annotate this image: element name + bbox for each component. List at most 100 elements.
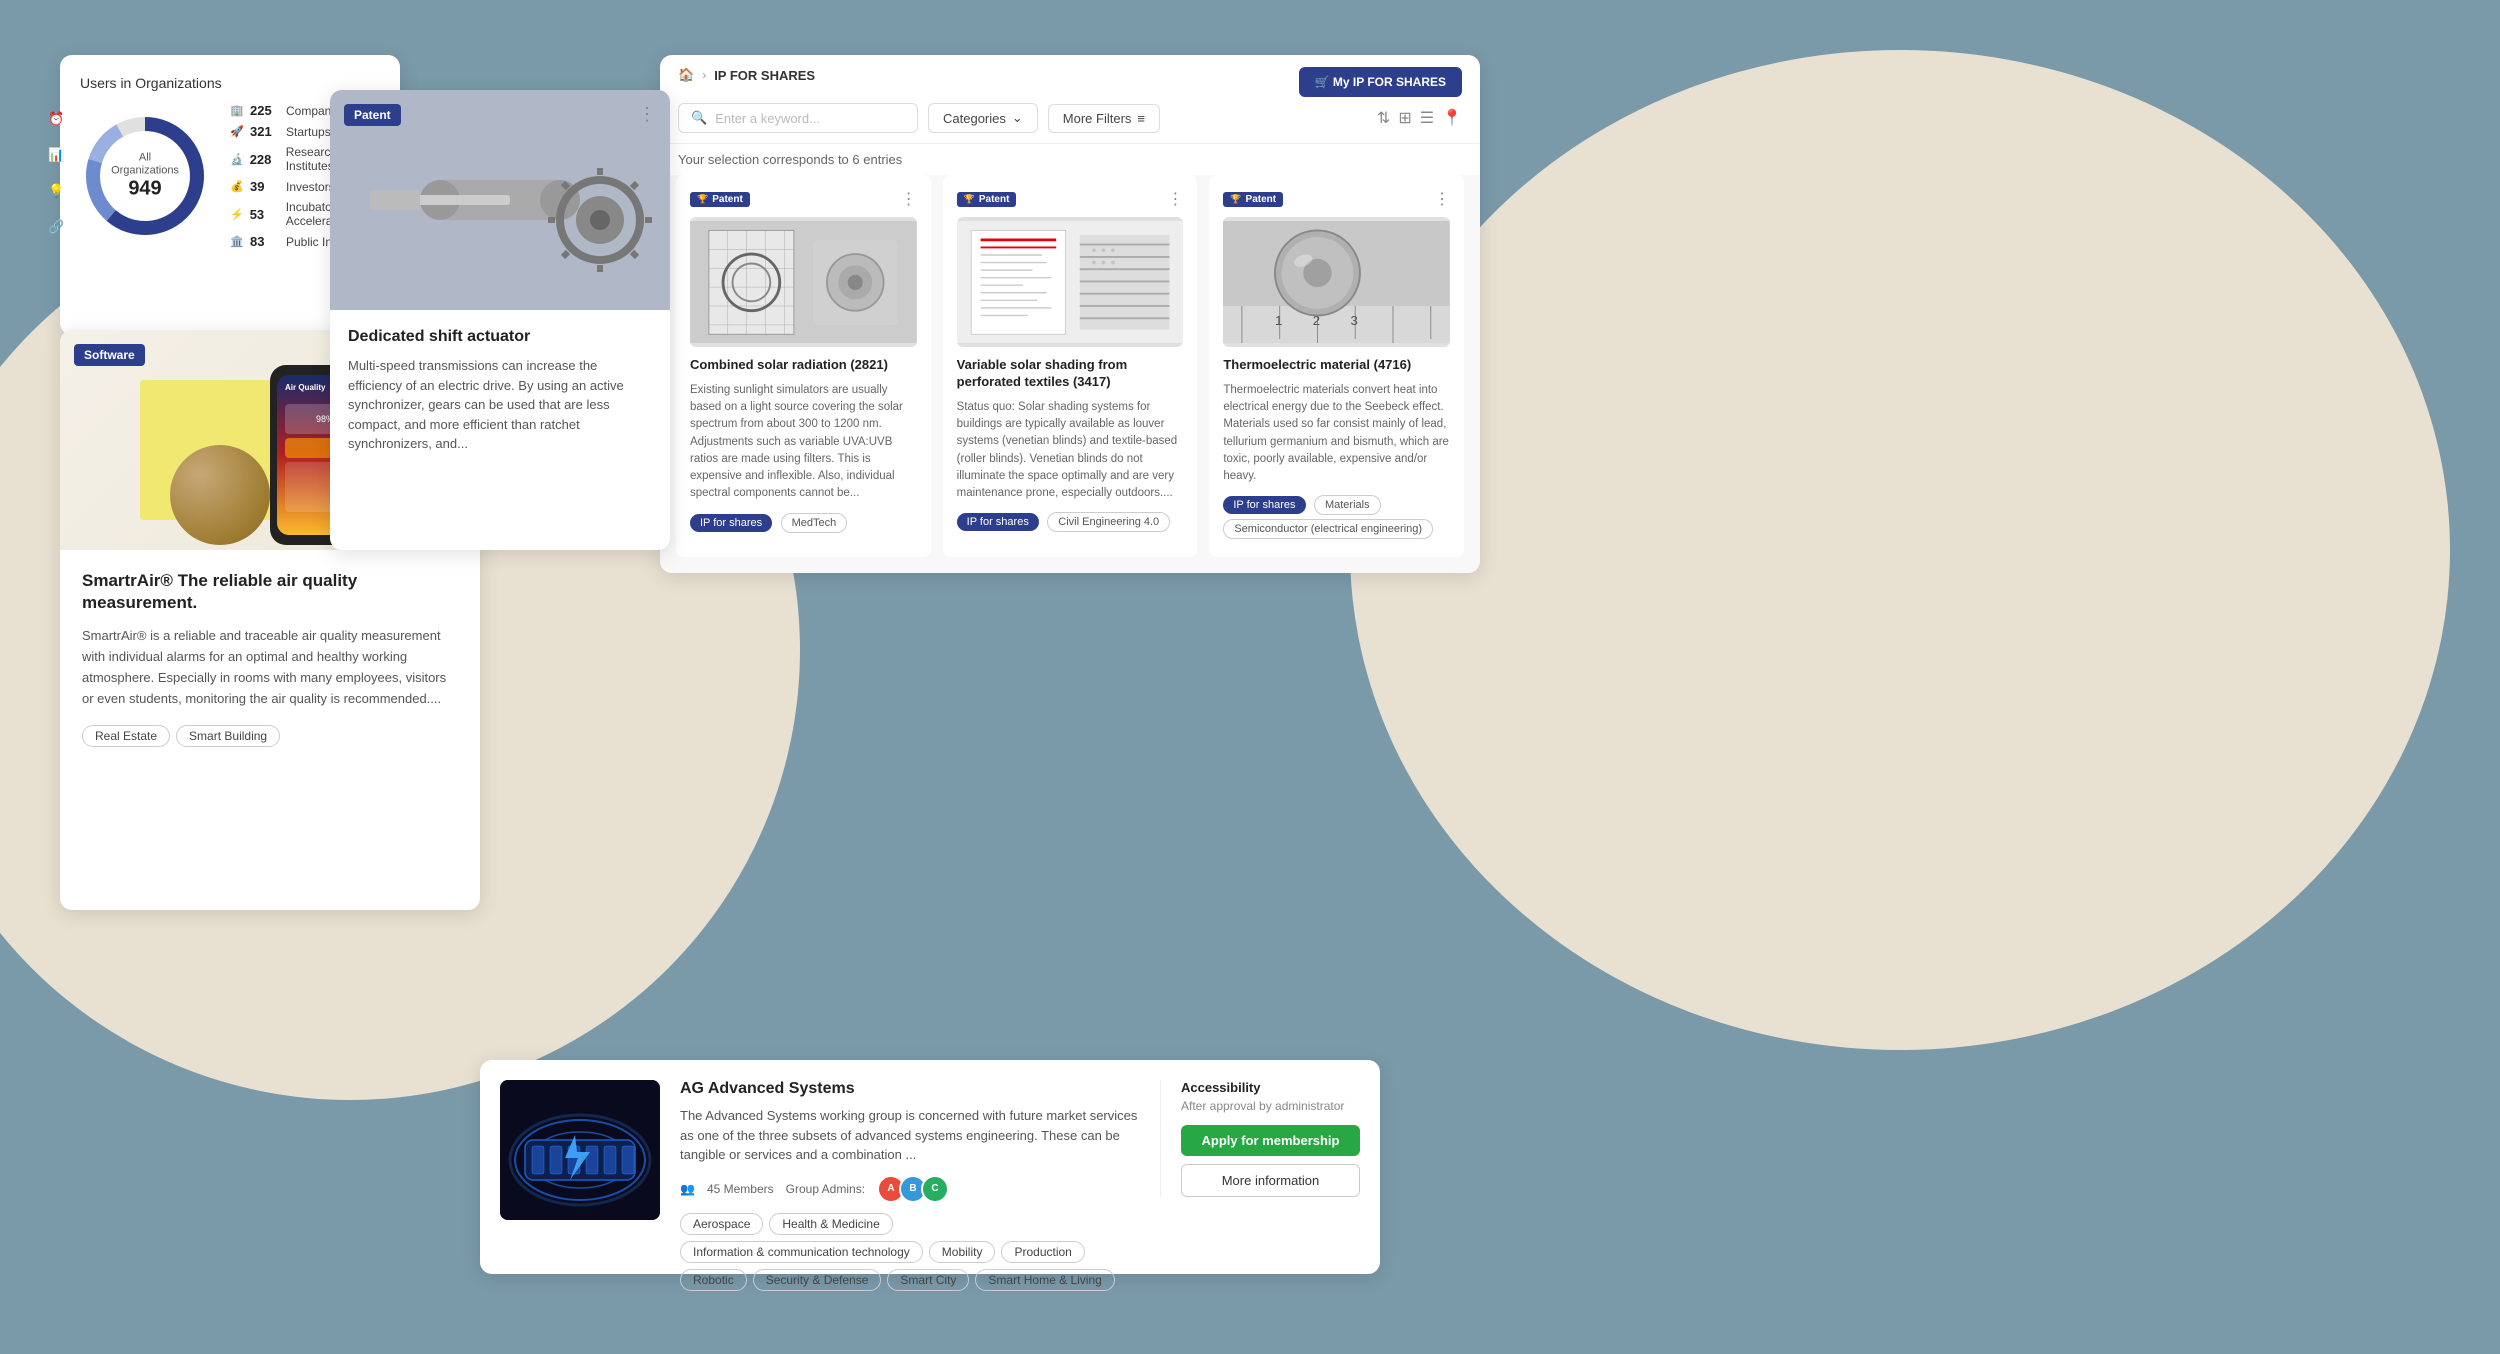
group-admins-label: Group Admins:: [786, 1182, 865, 1196]
patent-2-badge-icon: 🏆: [964, 194, 975, 205]
more-filters-label: More Filters: [1063, 111, 1132, 126]
patent-2-image: [957, 217, 1184, 347]
grid-view-icon[interactable]: ⊞: [1398, 108, 1411, 128]
ag-right-panel: Accessibility After approval by administ…: [1160, 1080, 1360, 1197]
ag-members-row: 👥 45 Members Group Admins: A B C: [680, 1175, 1140, 1203]
categories-label: Categories: [943, 111, 1006, 126]
tag-health-medicine[interactable]: Health & Medicine: [769, 1213, 892, 1235]
sidebar-icon-3: 💡: [48, 183, 64, 199]
patent-2-tags: IP for shares Civil Engineering 4.0: [957, 512, 1184, 536]
home-icon[interactable]: 🏠: [678, 67, 694, 83]
tag-ict[interactable]: Information & communication technology: [680, 1241, 923, 1263]
ip-window: 🏠 › IP FOR SHARES 🛒 My IP FOR SHARES 🔍 E…: [660, 55, 1480, 573]
patent-card: Patent ⋮ Dedicated shift actuator Multi-…: [330, 90, 670, 550]
tag-ip-shares-2[interactable]: IP for shares: [957, 513, 1039, 531]
patent-1-menu[interactable]: ⋮: [901, 189, 917, 209]
svg-text:1: 1: [1275, 312, 1282, 327]
patent-2-header: 🏆 Patent ⋮: [957, 189, 1184, 209]
sidebar-icon-1: ⏰: [48, 111, 64, 127]
patent-1-desc: Existing sunlight simulators are usually…: [690, 382, 917, 503]
approval-text: After approval by administrator: [1181, 1099, 1360, 1113]
patent-1-title: Combined solar radiation (2821): [690, 357, 917, 374]
tag-materials[interactable]: Materials: [1314, 495, 1381, 515]
tag-medtech[interactable]: MedTech: [781, 513, 848, 533]
patent-1-badge-icon: 🏆: [697, 194, 708, 205]
tag-smart-city[interactable]: Smart City: [887, 1269, 969, 1291]
accessibility-label: Accessibility: [1181, 1080, 1360, 1095]
tag-smart-home[interactable]: Smart Home & Living: [975, 1269, 1114, 1291]
patent-more-menu[interactable]: ⋮: [638, 104, 656, 125]
patent-3-tags: IP for shares Materials Semiconductor (e…: [1223, 495, 1450, 543]
patent-2-title: Variable solar shading from perforated t…: [957, 357, 1184, 391]
patent-cards-area: 🏆 Patent ⋮: [660, 175, 1480, 573]
tag-production[interactable]: Production: [1001, 1241, 1084, 1263]
product-cylinder: [170, 445, 270, 545]
patent-2-desc: Status quo: Solar shading systems for bu…: [957, 399, 1184, 503]
public-icon: 🏛️: [230, 235, 244, 249]
patent-card-2: 🏆 Patent ⋮: [943, 175, 1198, 557]
more-information-button[interactable]: More information: [1181, 1164, 1360, 1197]
patent-3-desc: Thermoelectric materials convert heat in…: [1223, 382, 1450, 486]
categories-chevron: ⌄: [1012, 110, 1023, 126]
ip-breadcrumb: 🏠 › IP FOR SHARES: [678, 67, 815, 83]
ag-card: AG Advanced Systems The Advanced Systems…: [480, 1060, 1380, 1274]
view-icons: ⇅ ⊞ ☰ 📍: [1377, 108, 1462, 128]
org-card-title: Users in Organizations: [80, 75, 380, 91]
tag-civil-engineering[interactable]: Civil Engineering 4.0: [1047, 512, 1170, 532]
software-description: SmartrAir® is a reliable and traceable a…: [82, 626, 458, 709]
tag-real-estate[interactable]: Real Estate: [82, 725, 170, 747]
patent-2-menu[interactable]: ⋮: [1167, 189, 1183, 209]
sidebar-icon-2: 📊: [48, 147, 64, 163]
ag-image: [500, 1080, 660, 1220]
tag-smart-building[interactable]: Smart Building: [176, 725, 280, 747]
startups-icon: 🚀: [230, 125, 244, 139]
tag-security[interactable]: Security & Defense: [753, 1269, 882, 1291]
tag-robotic[interactable]: Robotic: [680, 1269, 747, 1291]
apply-membership-button[interactable]: Apply for membership: [1181, 1125, 1360, 1156]
breadcrumb-current: IP FOR SHARES: [714, 68, 815, 83]
donut-chart: AllOrganizations 949: [80, 111, 210, 241]
patent-3-badge: 🏆 Patent: [1223, 192, 1283, 207]
categories-filter[interactable]: Categories ⌄: [928, 103, 1038, 133]
bg-blob-right: [1350, 50, 2450, 1050]
more-filters-button[interactable]: More Filters ≡: [1048, 104, 1160, 133]
investors-icon: 💰: [230, 180, 244, 194]
ip-title-bar: 🏠 › IP FOR SHARES 🛒 My IP FOR SHARES: [660, 55, 1480, 93]
breadcrumb-chevron: ›: [702, 68, 706, 82]
search-placeholder: Enter a keyword...: [715, 111, 820, 126]
patent-3-title: Thermoelectric material (4716): [1223, 357, 1450, 374]
patent-2-badge: 🏆 Patent: [957, 192, 1017, 207]
members-icon: 👥: [680, 1182, 695, 1196]
tag-aerospace[interactable]: Aerospace: [680, 1213, 763, 1235]
software-title: SmartrAir® The reliable air quality meas…: [82, 570, 458, 614]
research-icon: 🔬: [230, 152, 244, 166]
patent-3-header: 🏆 Patent ⋮: [1223, 189, 1450, 209]
members-count: 45 Members: [707, 1182, 774, 1196]
tag-ip-shares-1[interactable]: IP for shares: [690, 514, 772, 532]
my-ip-button[interactable]: 🛒 My IP FOR SHARES: [1299, 67, 1462, 97]
search-icon: 🔍: [691, 110, 707, 126]
patent-card-1: 🏆 Patent ⋮: [676, 175, 931, 557]
tag-ip-shares-3[interactable]: IP for shares: [1223, 496, 1305, 514]
ag-title: AG Advanced Systems: [680, 1080, 1140, 1098]
patent-3-menu[interactable]: ⋮: [1434, 189, 1450, 209]
patent-card-3: 🏆 Patent ⋮: [1209, 175, 1464, 557]
patent-3-image: 1 2 3: [1223, 217, 1450, 347]
map-icon[interactable]: 📍: [1442, 108, 1462, 128]
sidebar-icon-4: 🔗: [48, 219, 64, 235]
patent-1-tags: IP for shares MedTech: [690, 513, 917, 537]
list-view-icon[interactable]: ☰: [1420, 108, 1434, 128]
software-badge-row: Software: [74, 344, 145, 366]
results-info: Your selection corresponds to 6 entries: [660, 144, 1480, 175]
sort-icon[interactable]: ⇅: [1377, 108, 1390, 128]
software-tags: Real Estate Smart Building: [82, 725, 458, 747]
tag-semiconductor[interactable]: Semiconductor (electrical engineering): [1223, 519, 1433, 539]
tag-mobility[interactable]: Mobility: [929, 1241, 996, 1263]
patent-title: Dedicated shift actuator: [348, 328, 652, 346]
ag-tags: Aerospace Health & Medicine Information …: [680, 1213, 1140, 1291]
software-badge: Software: [74, 344, 145, 366]
search-box[interactable]: 🔍 Enter a keyword...: [678, 103, 918, 133]
companies-icon: 🏢: [230, 104, 244, 118]
org-count: 949: [111, 178, 179, 201]
patent-description: Multi-speed transmissions can increase t…: [348, 356, 652, 454]
